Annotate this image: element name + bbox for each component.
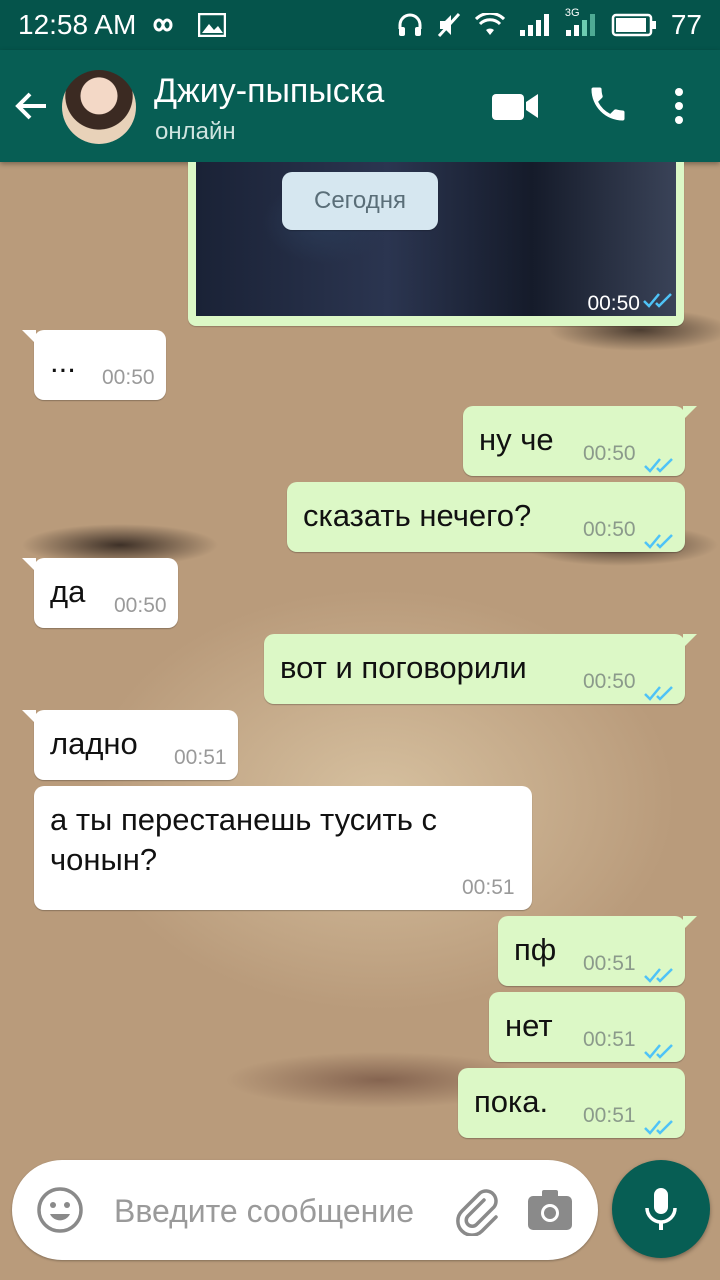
bubble-tail: [683, 916, 697, 930]
read-ticks-icon: [643, 674, 677, 710]
microphone-icon: [645, 1188, 677, 1230]
message-time: 00:51: [174, 746, 227, 769]
message-time: 00:50: [102, 366, 155, 389]
message-bubble-incoming[interactable]: а ты перестанешь тусить с чонын? 00:51: [34, 786, 532, 910]
infinity-icon: [150, 15, 184, 35]
message-text-line-2: чонын?: [50, 842, 158, 877]
more-vertical-icon: [675, 88, 683, 124]
contact-name[interactable]: Джиу-пыпыска: [154, 72, 384, 111]
arrow-left-icon: [15, 92, 46, 120]
bubble-tail: [683, 634, 697, 648]
voice-record-button[interactable]: [612, 1160, 710, 1258]
message-text: сказать нечего?: [303, 498, 532, 533]
video-camera-icon: [492, 94, 538, 120]
message-time: 00:50: [583, 670, 636, 693]
read-ticks-icon: [643, 1108, 677, 1144]
camera-icon: [528, 1190, 572, 1230]
message-text: пока.: [474, 1084, 549, 1119]
network-type-label: 3G: [564, 7, 580, 19]
message-time: 00:51: [462, 876, 515, 899]
message-text-line-1: а ты перестанешь тусить с: [50, 802, 438, 837]
smiley-icon: [37, 1187, 83, 1233]
bubble-tail: [683, 406, 697, 420]
contact-status: онлайн: [155, 118, 236, 145]
signal-3g-icon: 3G: [565, 7, 597, 37]
back-button[interactable]: [12, 86, 52, 126]
message-bubble-outgoing[interactable]: ну че 00:50: [463, 406, 697, 476]
message-bubble-incoming[interactable]: ладно 00:51: [22, 710, 238, 780]
battery-icon: [611, 13, 657, 37]
bubble-tail: [22, 558, 36, 572]
message-time: 00:50: [587, 292, 640, 315]
message-bubble-outgoing[interactable]: вот и поговорили 00:50: [264, 634, 697, 704]
status-bar: 12:58 AM 3G 77: [0, 0, 720, 50]
message-bubble-outgoing[interactable]: пока. 00:51: [458, 1068, 685, 1138]
message-text: ну че: [479, 422, 554, 457]
message-time: 00:51: [583, 952, 636, 975]
avatar[interactable]: [62, 70, 136, 144]
wifi-icon: [474, 13, 505, 37]
headphones-icon: [397, 12, 423, 38]
read-ticks-icon: [643, 956, 677, 992]
read-ticks-icon: [642, 291, 676, 314]
message-bubble-outgoing[interactable]: пф 00:51: [498, 916, 697, 986]
message-time: 00:50: [583, 518, 636, 541]
gallery-icon: [198, 13, 227, 37]
read-ticks-icon: [643, 522, 677, 558]
paperclip-icon: [456, 1189, 498, 1237]
camera-button[interactable]: [526, 1186, 574, 1234]
phone-icon: [591, 87, 625, 121]
message-bubble-outgoing[interactable]: сказать нечего? 00:50: [287, 482, 685, 552]
message-text: ...: [50, 344, 76, 379]
voice-call-button[interactable]: [586, 82, 630, 126]
video-call-button[interactable]: [490, 88, 540, 124]
more-options-button[interactable]: [664, 82, 694, 130]
attach-button[interactable]: [452, 1186, 502, 1237]
bubble-tail: [22, 710, 36, 724]
message-time: 00:50: [114, 594, 167, 617]
message-time: 00:50: [583, 442, 636, 465]
message-bubble-incoming[interactable]: ... 00:50: [22, 330, 166, 400]
message-input[interactable]: [112, 1186, 466, 1236]
battery-level: 77: [670, 9, 702, 40]
message-text: пф: [514, 932, 557, 967]
message-text: да: [50, 574, 86, 609]
read-ticks-icon: [643, 1032, 677, 1068]
status-time: 12:58 AM: [18, 9, 137, 40]
date-divider: Сегодня: [282, 172, 438, 230]
bubble-tail: [22, 330, 36, 344]
mute-icon: [437, 12, 461, 38]
chat-header: Джиу-пыпыска онлайн: [0, 50, 720, 162]
message-bubble-outgoing[interactable]: нет 00:51: [489, 992, 685, 1062]
message-text: нет: [505, 1008, 553, 1043]
message-text: вот и поговорили: [280, 650, 527, 685]
message-text: ладно: [50, 726, 138, 761]
message-composer: [12, 1160, 598, 1260]
message-time: 00:51: [583, 1104, 636, 1127]
read-ticks-icon: [643, 446, 677, 482]
emoji-button[interactable]: [36, 1186, 84, 1234]
message-time: 00:51: [583, 1028, 636, 1051]
signal-icon: [519, 13, 551, 37]
message-bubble-incoming[interactable]: да 00:50: [22, 558, 178, 628]
